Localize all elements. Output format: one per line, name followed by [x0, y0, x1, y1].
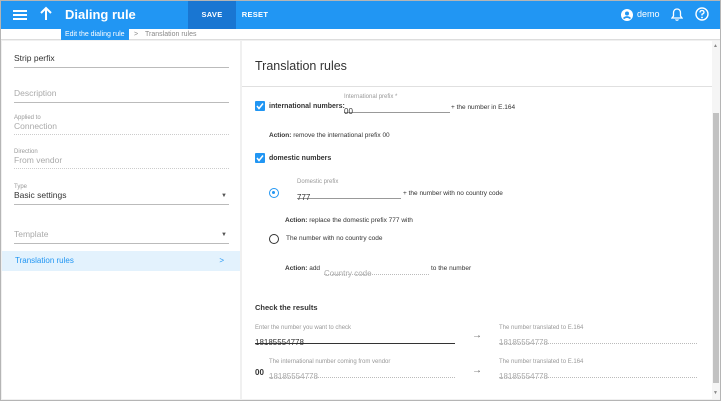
- user-menu[interactable]: demo: [621, 7, 660, 21]
- section-title: Translation rules: [255, 59, 347, 73]
- bell-icon[interactable]: [671, 8, 683, 21]
- international-label: international numbers:: [269, 103, 345, 110]
- vendor-number-field: 18185554778: [269, 366, 455, 381]
- description-placeholder: Description: [14, 88, 57, 98]
- type-underline: [14, 204, 229, 205]
- arrow-up-icon[interactable]: [39, 6, 53, 22]
- result2-value: 18185554778: [499, 372, 548, 381]
- direction-value: From vendor: [14, 155, 63, 165]
- check-number-input[interactable]: 18185554778: [255, 332, 455, 347]
- check-results-title: Check the results: [255, 303, 318, 312]
- user-name: demo: [637, 9, 660, 19]
- action-text: replace the domestic prefix 777 with: [309, 217, 413, 224]
- domestic-action: Action: replace the domestic prefix 777 …: [285, 217, 413, 224]
- type-value: Basic settings ▼: [14, 190, 229, 200]
- help-icon[interactable]: [695, 7, 709, 21]
- breadcrumb: Edit the dialing rule > Translation rule…: [1, 29, 720, 40]
- action-text: remove the international prefix 00: [293, 132, 390, 139]
- radio-replace[interactable]: [269, 188, 279, 198]
- scroll-down-icon[interactable]: ▼: [713, 390, 718, 396]
- description-underline: [14, 102, 229, 103]
- international-prefix-input[interactable]: 00: [344, 101, 450, 116]
- domestic-checkbox[interactable]: [255, 153, 265, 163]
- vendor-prefix: 00: [255, 368, 264, 377]
- menu-icon[interactable]: [12, 7, 28, 23]
- breadcrumb-separator: >: [134, 31, 139, 38]
- arrow-right-icon: →: [472, 330, 482, 341]
- action-add-word: add: [309, 265, 321, 272]
- vendor-number-value: 18185554778: [269, 372, 318, 381]
- result-field: 18185554778: [499, 332, 697, 347]
- name-field[interactable]: Strip perfix: [14, 53, 229, 68]
- arrow-right-icon: →: [472, 365, 482, 376]
- sidebar-item-label: Translation rules: [15, 256, 74, 265]
- template-value: Template ▼: [14, 229, 229, 239]
- international-prefix-value: 00: [344, 107, 353, 116]
- result-label: The number translated to E.164: [499, 325, 584, 331]
- result2-field: 18185554778: [499, 366, 697, 381]
- radio-no-country-code-label: The number with no country code: [286, 235, 383, 242]
- applied-to-value: Connection: [14, 121, 58, 131]
- top-bar: Dialing rule SAVE RESET demo: [1, 1, 720, 29]
- scroll-up-icon[interactable]: ▲: [713, 43, 718, 49]
- type-select[interactable]: Type Basic settings ▼: [14, 184, 229, 205]
- domestic-prefix-label: Domestic prefix: [297, 179, 339, 185]
- international-suffix: + the number in E.164: [451, 104, 516, 111]
- vendor-number-label: The international number coming from ven…: [269, 359, 391, 365]
- type-value-text: Basic settings: [14, 190, 67, 200]
- domestic-prefix-value: 777: [297, 193, 311, 202]
- international-checkbox[interactable]: [255, 101, 265, 111]
- to-number-text: to the number: [431, 265, 472, 272]
- direction-field: Direction From vendor: [14, 149, 229, 169]
- add-action: Action: add: [285, 265, 320, 272]
- result2-label: The number translated to E.164: [499, 359, 584, 365]
- save-button[interactable]: SAVE: [188, 1, 236, 29]
- direction-underline: [14, 168, 229, 169]
- country-code-placeholder: Country code: [324, 269, 372, 278]
- action-label: Action:: [269, 132, 292, 139]
- applied-to-underline: [14, 134, 229, 135]
- international-action: Action: remove the international prefix …: [269, 132, 390, 139]
- international-prefix-label: International prefix *: [344, 94, 398, 100]
- scrollbar[interactable]: ▲ ▼: [712, 41, 720, 399]
- page-title: Dialing rule: [65, 7, 136, 22]
- breadcrumb-next[interactable]: Translation rules: [145, 29, 197, 40]
- sidebar-item-translation-rules[interactable]: Translation rules >: [2, 251, 240, 271]
- radio-no-country-code[interactable]: [269, 234, 279, 244]
- account-icon: [621, 8, 633, 21]
- description-field[interactable]: Description: [14, 88, 229, 103]
- name-underline: [14, 67, 229, 68]
- dropdown-arrow-icon: ▼: [221, 232, 227, 238]
- country-code-input[interactable]: Country code: [324, 263, 429, 278]
- scrollbar-thumb[interactable]: [713, 113, 719, 383]
- sidebar: Strip perfix Description Applied to Conn…: [2, 41, 240, 399]
- domestic-prefix-input[interactable]: 777: [297, 187, 401, 202]
- name-value: Strip perfix: [14, 53, 55, 63]
- template-underline: [14, 243, 229, 244]
- breadcrumb-current[interactable]: Edit the dialing rule: [61, 29, 129, 40]
- domestic-label: domestic numbers: [269, 155, 332, 162]
- result-value: 18185554778: [499, 338, 548, 347]
- reset-button[interactable]: RESET: [237, 1, 273, 29]
- template-select[interactable]: Template ▼: [14, 229, 229, 244]
- chevron-right-icon: >: [219, 256, 224, 265]
- dropdown-arrow-icon: ▼: [221, 193, 227, 199]
- divider: [242, 86, 712, 87]
- main-panel: Translation rules international numbers:…: [242, 41, 712, 399]
- action-label: Action:: [285, 265, 308, 272]
- applied-to-field: Applied to Connection: [14, 115, 229, 135]
- template-placeholder: Template: [14, 229, 49, 239]
- action-label: Action:: [285, 217, 308, 224]
- domestic-suffix: + the number with no country code: [403, 190, 503, 197]
- check-input-label: Enter the number you want to check: [255, 325, 352, 331]
- check-number-value: 18185554778: [255, 338, 304, 347]
